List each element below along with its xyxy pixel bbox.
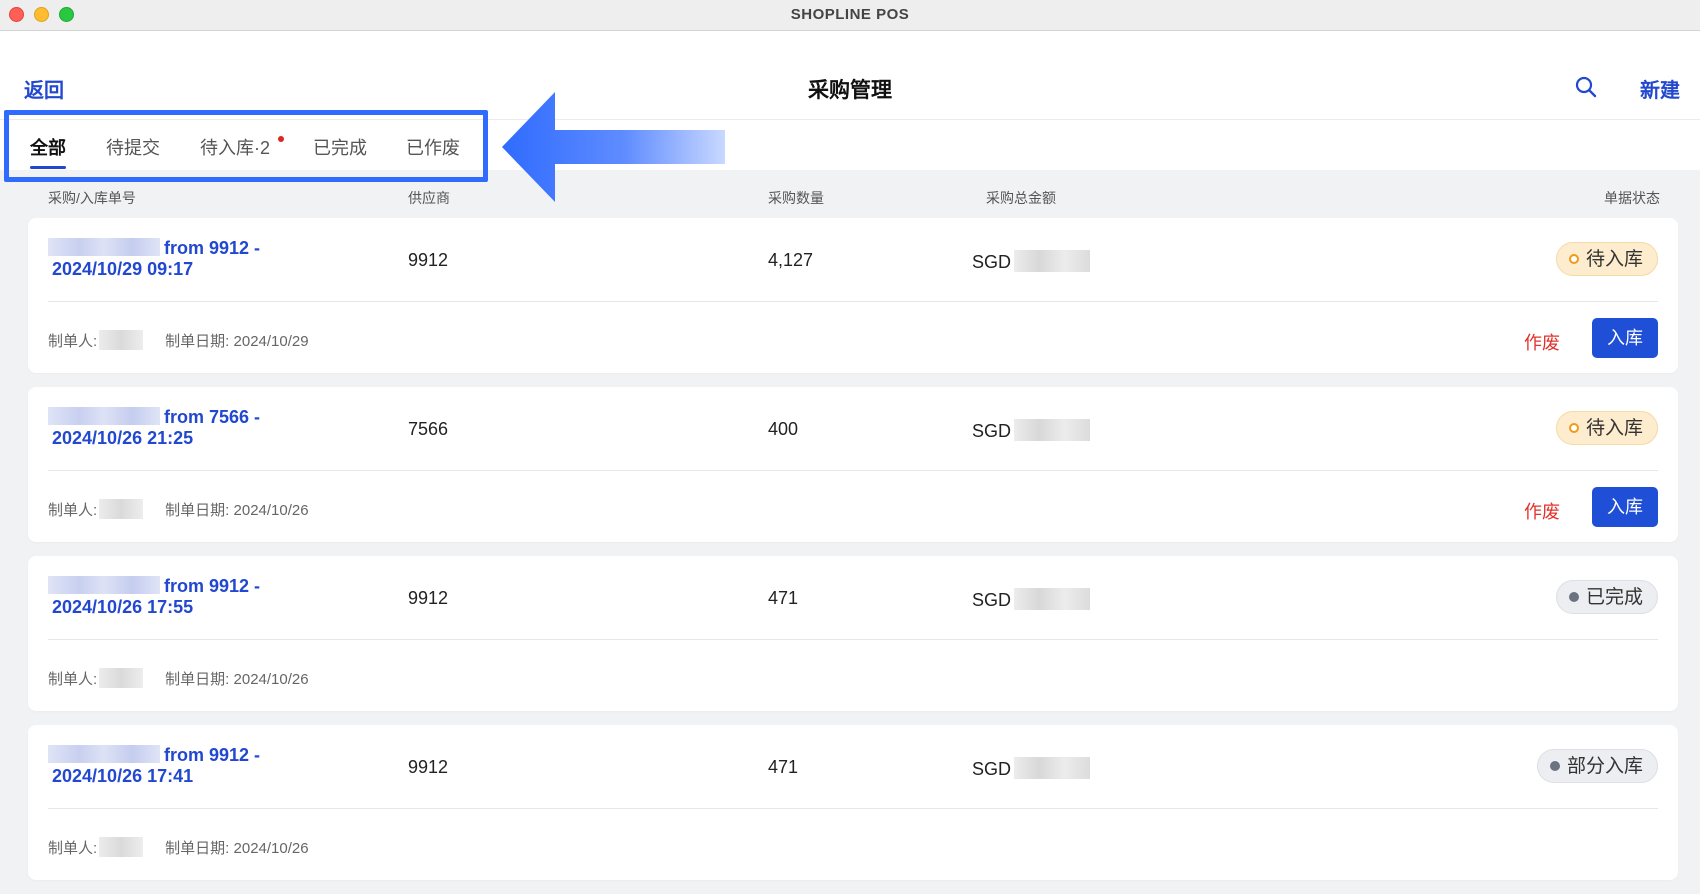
order-supplier: 7566: [408, 419, 449, 439]
status-dot-icon: [1568, 592, 1579, 602]
redacted-creator: [99, 668, 144, 688]
order-supplier: 9912: [408, 757, 449, 777]
card-divider: [48, 639, 1658, 640]
redacted-creator: [99, 837, 144, 857]
status-dot-icon: [1568, 423, 1579, 433]
arrow-left-icon: [502, 92, 725, 202]
column-header-order-no: 采购/入库单号: [48, 190, 136, 206]
order-card[interactable]: from 9912 - 2024/10/26 17:41 9912 471 SG…: [28, 725, 1678, 880]
stock-in-button[interactable]: 入库: [1592, 487, 1658, 527]
order-quantity: 4,127: [768, 250, 814, 270]
card-divider: [48, 470, 1658, 471]
order-number-link[interactable]: from 9912 - 2024/10/29 09:17: [48, 238, 260, 280]
window-titlebar: SHOPLINE POS: [0, 0, 1700, 31]
order-quantity: 471: [768, 588, 799, 608]
card-divider: [48, 808, 1658, 809]
order-card[interactable]: from 7566 - 2024/10/26 21:25 7566 400 SG…: [28, 387, 1678, 542]
order-quantity: 400: [768, 419, 799, 439]
redacted-creator: [99, 499, 144, 519]
status-badge: 部分入库: [1536, 749, 1658, 783]
redacted-amount: [1014, 757, 1091, 779]
order-card[interactable]: from 9912 - 2024/10/26 17:55 9912 471 SG…: [28, 556, 1678, 711]
order-number-link[interactable]: from 9912 - 2024/10/26 17:41: [48, 745, 260, 787]
order-card[interactable]: from 9912 - 2024/10/29 09:17 9912 4,127 …: [28, 218, 1678, 373]
status-badge: 已完成: [1555, 580, 1658, 614]
order-total: SGD: [972, 757, 1091, 780]
column-header-supplier: 供应商: [408, 190, 450, 206]
status-badge: 待入库: [1555, 242, 1658, 276]
order-total: SGD: [972, 250, 1091, 273]
void-button[interactable]: 作废: [1524, 498, 1560, 524]
redacted-amount: [1014, 250, 1091, 272]
redacted-order-prefix: [48, 576, 160, 594]
redacted-order-prefix: [48, 238, 160, 256]
redacted-amount: [1014, 588, 1091, 610]
order-total: SGD: [972, 588, 1091, 611]
order-meta: 制单人: 制单日期: 2024/10/26: [48, 837, 309, 858]
redacted-order-prefix: [48, 407, 160, 425]
order-meta: 制单人: 制单日期: 2024/10/29: [48, 330, 309, 351]
status-badge: 待入库: [1555, 411, 1658, 445]
void-button[interactable]: 作废: [1524, 329, 1560, 355]
tabs-highlight-box: [4, 110, 488, 182]
column-header-quantity: 采购数量: [768, 190, 824, 206]
order-list-area[interactable]: 采购/入库单号 供应商 采购数量 采购总金额 单据状态 from 9912 - …: [0, 170, 1700, 894]
back-button[interactable]: 返回: [24, 74, 64, 103]
app-title: SHOPLINE POS: [790, 6, 910, 23]
order-supplier: 9912: [408, 250, 449, 270]
order-supplier: 9912: [408, 588, 449, 608]
page-header: 返回 采购管理 新建: [0, 32, 1700, 120]
column-header-total: 采购总金额: [986, 190, 1056, 206]
order-meta: 制单人: 制单日期: 2024/10/26: [48, 668, 309, 689]
card-divider: [48, 301, 1658, 302]
new-button[interactable]: 新建: [1640, 74, 1680, 103]
redacted-creator: [99, 330, 144, 350]
stock-in-button[interactable]: 入库: [1592, 318, 1658, 358]
status-dot-icon: [1549, 761, 1560, 771]
status-dot-icon: [1568, 254, 1579, 264]
redacted-amount: [1014, 419, 1091, 441]
order-total: SGD: [972, 419, 1091, 442]
order-number-link[interactable]: from 9912 - 2024/10/26 17:55: [48, 576, 260, 618]
page-title: 采购管理: [808, 79, 892, 102]
order-meta: 制单人: 制单日期: 2024/10/26: [48, 499, 309, 520]
column-header-status: 单据状态: [1604, 190, 1660, 206]
redacted-order-prefix: [48, 745, 160, 763]
order-number-link[interactable]: from 7566 - 2024/10/26 21:25: [48, 407, 260, 449]
search-icon[interactable]: [1574, 75, 1598, 99]
order-quantity: 471: [768, 757, 799, 777]
